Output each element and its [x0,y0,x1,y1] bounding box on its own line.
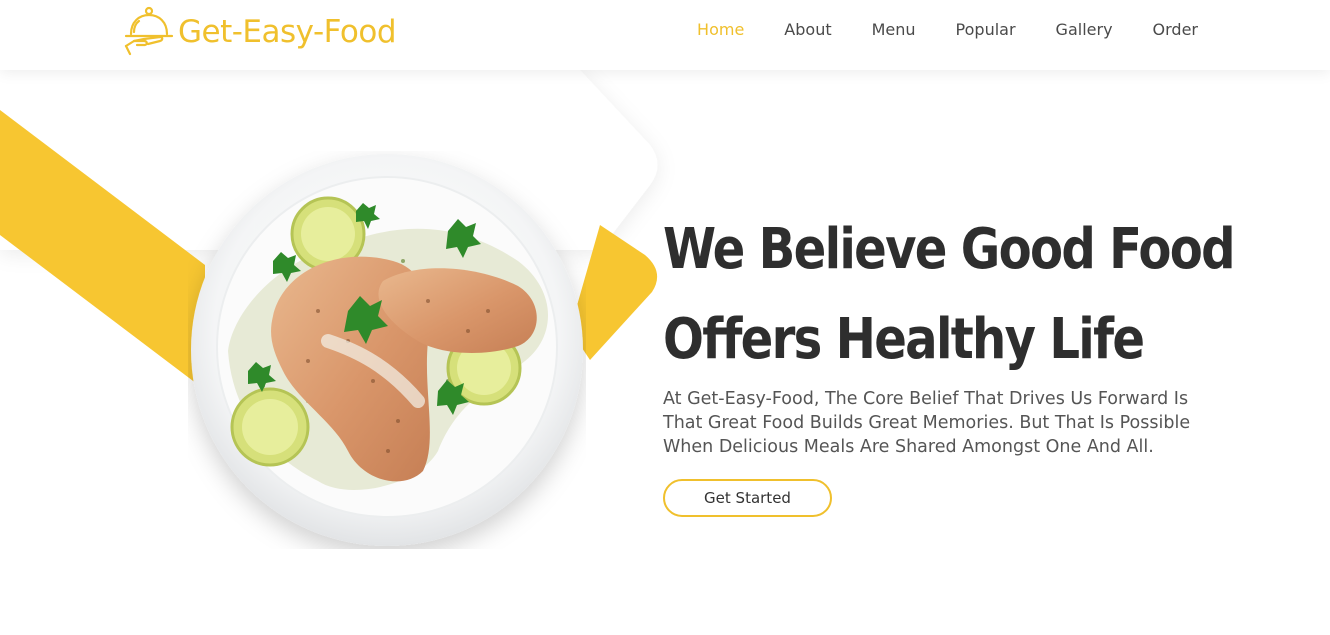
nav-home-link[interactable]: Home [697,20,744,39]
nav-gallery-link[interactable]: Gallery [1056,20,1113,39]
hero-description: At Get-Easy-Food, The Core Belief That D… [663,389,1191,457]
grilled-chicken-plate-image [191,154,583,546]
brand-name: Get-Easy-Food [178,14,397,50]
hero-headline-line1: We Believe Good Food [663,217,1236,282]
nav-about-link[interactable]: About [784,20,831,39]
nav-popular-link[interactable]: Popular [956,20,1016,39]
landing-page: Get-Easy-Food Home About Menu Popular Ga… [0,0,1330,635]
hero-headline-line2: Offers Healthy Life [663,307,1145,372]
hero-content: We Believe Good Food Offers Healthy Life… [663,205,1263,517]
nav-order-link[interactable]: Order [1153,20,1198,39]
main-nav: Home About Menu Popular Gallery Order [697,20,1198,39]
food-cloche-icon [124,6,174,56]
site-header: Get-Easy-Food Home About Menu Popular Ga… [0,0,1330,70]
nav-menu-link[interactable]: Menu [872,20,916,39]
brand-logo[interactable]: Get-Easy-Food [122,6,397,58]
get-started-button[interactable]: Get Started [663,479,832,517]
